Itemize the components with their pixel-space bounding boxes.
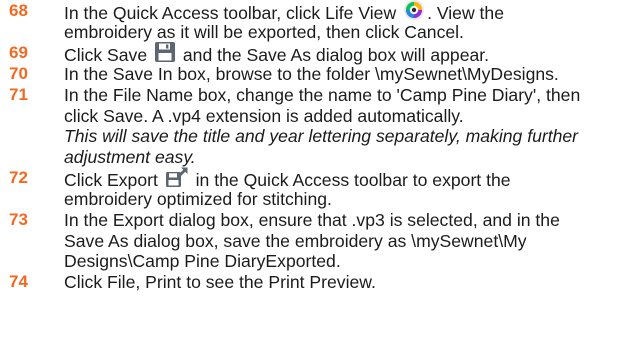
step-number: 69	[9, 43, 28, 62]
step-number: 73	[9, 210, 28, 229]
step-text: In the Quick Access toolbar, click Life …	[64, 0, 632, 42]
step-text: In the Save In box, browse to the folder…	[64, 64, 559, 84]
step-note: adjustment easy.	[64, 146, 196, 167]
step-number: 74	[9, 272, 28, 291]
life-view-icon	[403, 0, 425, 26]
step-number: 68	[9, 1, 28, 20]
step-text: In the File Name box, change the name to…	[64, 85, 632, 167]
step-number: 70	[9, 64, 28, 83]
step-text: In the Export dialog box, ensure that .v…	[64, 210, 560, 271]
step-text: Click File, Print to see the Print Previ…	[64, 272, 376, 292]
step-text: Click Save and the Save As dialog box wi…	[64, 42, 632, 65]
step-text: Click Export in the Quick Access toolbar…	[64, 166, 632, 209]
step-note: This will save the title and year letter…	[64, 126, 579, 146]
step-number: 72	[9, 168, 28, 187]
instruction-page: 68 In the Quick Access toolbar, click Li…	[0, 0, 635, 357]
export-icon	[165, 166, 189, 193]
step-number: 71	[9, 85, 28, 104]
